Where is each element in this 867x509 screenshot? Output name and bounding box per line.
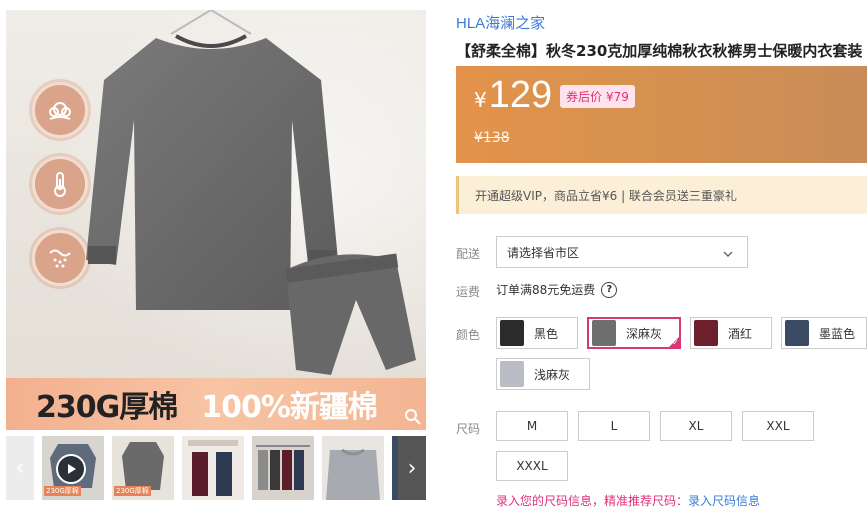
color-swatch: [785, 320, 809, 346]
size-info-prompt: 录入您的尺码信息，精准推荐尺码：录入尺码信息: [496, 492, 760, 509]
size-option-xxl[interactable]: XXL: [742, 411, 814, 441]
color-option-light-heather-gray[interactable]: 浅麻灰: [496, 358, 590, 390]
vip-promo-bar[interactable]: 开通超级VIP，商品立省¥6 | 联合会员送三重豪礼: [456, 176, 867, 214]
color-label: 颜色: [456, 328, 481, 342]
pants-illustration: [285, 253, 416, 375]
product-title: 【舒柔全棉】秋冬230克加厚纯棉秋衣秋裤男士保暖内衣套装: [456, 42, 863, 60]
color-swatch: [500, 361, 524, 387]
thumb-pill: 230G厚棉: [44, 486, 81, 496]
thumb-couple-colors[interactable]: [182, 436, 244, 500]
size-option-l[interactable]: L: [578, 411, 650, 441]
color-option-wine-red[interactable]: 酒红: [690, 317, 772, 349]
thumbnail-next-button[interactable]: ›: [398, 436, 426, 500]
color-option-black[interactable]: 黑色: [496, 317, 578, 349]
shipping-fee-label: 运费: [456, 285, 481, 299]
current-price: 129: [488, 74, 553, 116]
size-label: 尺码: [456, 422, 481, 436]
color-option-label: 深麻灰: [626, 326, 663, 341]
color-swatch: [694, 320, 718, 346]
color-option-label: 酒红: [728, 326, 753, 341]
color-option-label: 黑色: [534, 326, 559, 341]
color-swatch: [500, 320, 524, 346]
thumb-dark-gray[interactable]: 230G厚棉: [112, 436, 174, 500]
banner-text-cotton-weight: 230G厚棉: [36, 390, 178, 425]
play-icon[interactable]: [56, 454, 86, 484]
thumb-pill: 230G厚棉: [114, 486, 151, 496]
shipping-fee-text: 订单满88元免运费: [496, 283, 596, 297]
price-box: ¥ 129 券后价 ¥79 ¥138: [456, 66, 867, 163]
size-option-xxxl[interactable]: XXXL: [496, 451, 568, 481]
currency-symbol: ¥: [474, 88, 487, 112]
shipping-fee-info: 订单满88元免运费 ?: [496, 281, 618, 298]
size-option-xl[interactable]: XL: [660, 411, 732, 441]
color-option-label: 浅麻灰: [534, 367, 571, 382]
help-icon[interactable]: ?: [601, 281, 618, 298]
price-row: ¥ 129 券后价 ¥79: [474, 74, 635, 117]
delivery-label: 配送: [456, 247, 481, 261]
banner-text-xinjiang-cotton: 100%新疆棉: [201, 390, 378, 425]
brand-link[interactable]: HLA海澜之家: [456, 12, 545, 33]
chevron-down-icon: [723, 247, 733, 261]
thumb-gray-closeup[interactable]: [322, 436, 384, 500]
main-product-image[interactable]: 230G厚棉 100%新疆棉: [6, 10, 426, 430]
thumb-video[interactable]: 230G厚棉: [42, 436, 104, 500]
color-option-ink-blue[interactable]: 墨蓝色: [781, 317, 867, 349]
region-select[interactable]: 请选择省市区: [496, 236, 748, 268]
coupon-price-badge[interactable]: 券后价 ¥79: [560, 85, 635, 108]
thumb-color-rack[interactable]: [252, 436, 314, 500]
size-info-link[interactable]: 录入尺码信息: [688, 494, 760, 508]
vip-promo-text: 开通超级VIP，商品立省¥6 | 联合会员送三重豪礼: [475, 188, 737, 203]
thumbnail-strip: ‹ 230G厚棉 230G厚棉 ›: [6, 436, 426, 500]
zoom-icon[interactable]: [404, 408, 422, 426]
color-option-dark-heather-gray[interactable]: 深麻灰 ✓: [587, 317, 681, 349]
thumbnail-prev-button[interactable]: ‹: [6, 436, 34, 500]
size-option-m[interactable]: M: [496, 411, 568, 441]
region-select-value: 请选择省市区: [507, 245, 580, 260]
color-swatch: [592, 320, 616, 346]
promo-banner: 230G厚棉 100%新疆棉: [6, 378, 426, 430]
size-info-text: 录入您的尺码信息，精准推荐尺码：: [496, 494, 689, 508]
color-option-label: 墨蓝色: [819, 326, 856, 341]
selected-check-icon: ✓: [672, 338, 679, 347]
original-price: ¥138: [474, 130, 510, 146]
